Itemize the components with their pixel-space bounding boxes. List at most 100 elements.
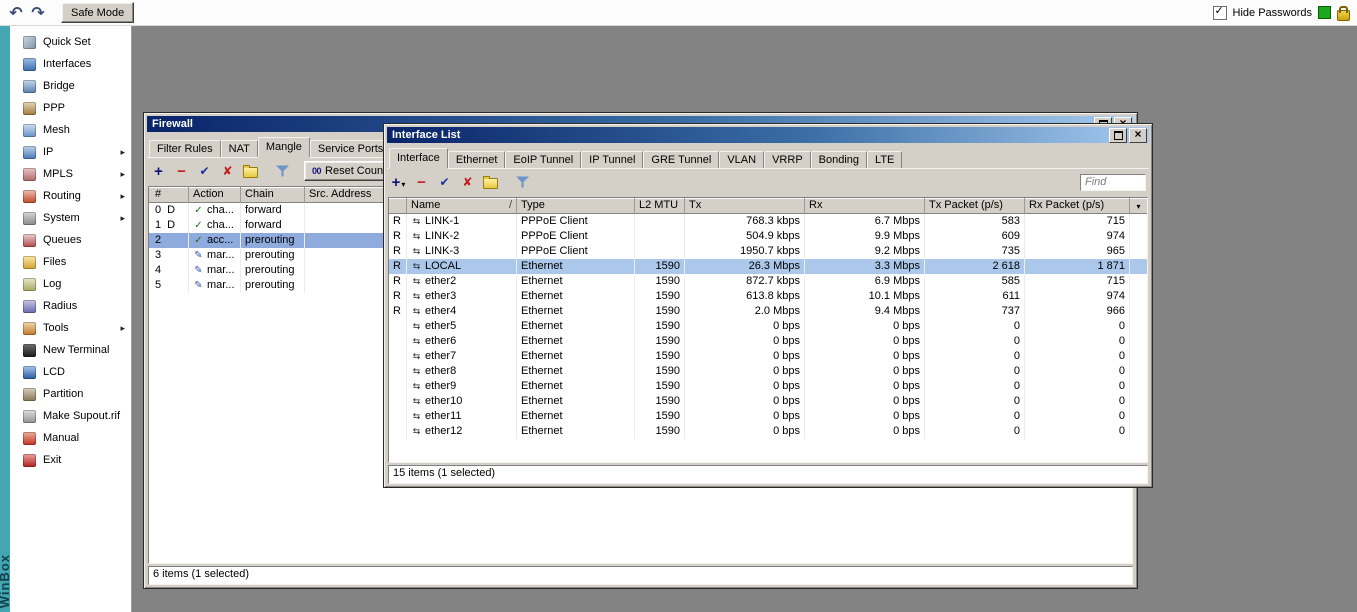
cell-rx: 0 bps bbox=[805, 319, 925, 334]
cell-tx: 2.0 Mbps bbox=[685, 304, 805, 319]
sidebar-item[interactable]: Queues ▸ bbox=[10, 229, 131, 251]
sidebar-item[interactable]: System ▸ bbox=[10, 207, 131, 229]
sidebar-item[interactable]: Log ▸ bbox=[10, 273, 131, 295]
add-button[interactable]: + bbox=[148, 161, 169, 181]
column-header-flag[interactable] bbox=[389, 198, 407, 214]
disable-button[interactable]: ✘ bbox=[217, 161, 238, 181]
sidebar-item[interactable]: Interfaces ▸ bbox=[10, 53, 131, 75]
interface-row[interactable]: ether9 Ethernet 1590 0 bps 0 bps 0 0 bbox=[389, 379, 1147, 394]
cell-type: Ethernet bbox=[517, 349, 635, 364]
enable-button[interactable]: ✔ bbox=[194, 161, 215, 181]
column-header-rx-packet[interactable]: Rx Packet (p/s) bbox=[1025, 198, 1130, 214]
interface-row[interactable]: ether10 Ethernet 1590 0 bps 0 bps 0 0 bbox=[389, 394, 1147, 409]
safe-mode-button[interactable]: Safe Mode bbox=[61, 2, 134, 23]
sidebar-item[interactable]: Manual ▸ bbox=[10, 427, 131, 449]
column-header-name[interactable]: Name / bbox=[407, 198, 517, 214]
redo-button[interactable]: ↷ bbox=[27, 3, 49, 23]
cell-rx: 0 bps bbox=[805, 424, 925, 439]
tab[interactable]: IP Tunnel bbox=[581, 151, 643, 168]
column-header-chain[interactable]: Chain bbox=[241, 187, 305, 203]
add-button[interactable]: + ▾ bbox=[388, 172, 409, 192]
undo-button[interactable]: ↶ bbox=[5, 3, 27, 23]
comment-button[interactable] bbox=[240, 161, 261, 181]
filter-button[interactable] bbox=[512, 172, 533, 192]
cell-flag bbox=[389, 319, 407, 334]
sidebar-item[interactable]: Quick Set ▸ bbox=[10, 31, 131, 53]
interface-row[interactable]: R LINK-3 PPPoE Client 1950.7 kbps 9.2 Mb… bbox=[389, 244, 1147, 259]
sidebar-item[interactable]: Partition ▸ bbox=[10, 383, 131, 405]
interface-row[interactable]: R LOCAL Ethernet 1590 26.3 Mbps 3.3 Mbps… bbox=[389, 259, 1147, 274]
cell-name: ether11 bbox=[407, 409, 517, 424]
column-header-tx[interactable]: Tx bbox=[685, 198, 805, 214]
disable-button[interactable]: ✘ bbox=[457, 172, 478, 192]
tab[interactable]: NAT bbox=[221, 140, 258, 157]
enable-button[interactable]: ✔ bbox=[434, 172, 455, 192]
sidebar-item[interactable]: MPLS ▸ bbox=[10, 163, 131, 185]
sidebar-item[interactable]: Files ▸ bbox=[10, 251, 131, 273]
interface-row[interactable]: R ether2 Ethernet 1590 872.7 kbps 6.9 Mb… bbox=[389, 274, 1147, 289]
interface-listview: Name / Type L2 MTU Tx Rx Tx Packet (p/s)… bbox=[388, 197, 1148, 463]
comment-button[interactable] bbox=[480, 172, 501, 192]
column-header-type[interactable]: Type bbox=[517, 198, 635, 214]
sidebar-item-label: LCD bbox=[43, 366, 65, 378]
interface-row[interactable]: ether5 Ethernet 1590 0 bps 0 bps 0 0 bbox=[389, 319, 1147, 334]
cell-flag bbox=[389, 349, 407, 364]
column-select-button[interactable]: ▾ bbox=[1130, 198, 1147, 214]
sidebar-item[interactable]: LCD ▸ bbox=[10, 361, 131, 383]
interface-row[interactable]: ether12 Ethernet 1590 0 bps 0 bps 0 0 bbox=[389, 424, 1147, 439]
column-header-action[interactable]: Action bbox=[189, 187, 241, 203]
tab[interactable]: Mangle bbox=[258, 137, 310, 157]
action-mark-icon bbox=[193, 263, 204, 278]
sidebar-item[interactable]: PPP ▸ bbox=[10, 97, 131, 119]
tab[interactable]: GRE Tunnel bbox=[643, 151, 719, 168]
tab[interactable]: VLAN bbox=[719, 151, 764, 168]
tab[interactable]: Bonding bbox=[811, 151, 867, 168]
cell-flag: R bbox=[389, 214, 407, 229]
interface-row[interactable]: R ether3 Ethernet 1590 613.8 kbps 10.1 M… bbox=[389, 289, 1147, 304]
cell-rx: 0 bps bbox=[805, 334, 925, 349]
interface-row[interactable]: ether7 Ethernet 1590 0 bps 0 bps 0 0 bbox=[389, 349, 1147, 364]
sidebar-item[interactable]: IP ▸ bbox=[10, 141, 131, 163]
interface-row[interactable]: R ether4 Ethernet 1590 2.0 Mbps 9.4 Mbps… bbox=[389, 304, 1147, 319]
tab[interactable]: EoIP Tunnel bbox=[505, 151, 581, 168]
sidebar-item-label: Queues bbox=[43, 234, 82, 246]
maximize-button[interactable] bbox=[1109, 128, 1127, 143]
interface-row[interactable]: ether8 Ethernet 1590 0 bps 0 bps 0 0 bbox=[389, 364, 1147, 379]
sidebar-item[interactable]: New Terminal ▸ bbox=[10, 339, 131, 361]
column-header-l2mtu[interactable]: L2 MTU bbox=[635, 198, 685, 214]
interface-row[interactable]: R LINK-2 PPPoE Client 504.9 kbps 9.9 Mbp… bbox=[389, 229, 1147, 244]
tab[interactable]: LTE bbox=[867, 151, 902, 168]
tab[interactable]: Service Ports bbox=[310, 140, 391, 157]
interface-row[interactable]: R LINK-1 PPPoE Client 768.3 kbps 6.7 Mbp… bbox=[389, 214, 1147, 229]
hide-passwords-checkbox[interactable] bbox=[1213, 6, 1227, 20]
cell-name: ether10 bbox=[407, 394, 517, 409]
column-header-tx-packet[interactable]: Tx Packet (p/s) bbox=[925, 198, 1025, 214]
sidebar-item[interactable]: Bridge ▸ bbox=[10, 75, 131, 97]
column-header-rx[interactable]: Rx bbox=[805, 198, 925, 214]
tab[interactable]: VRRP bbox=[764, 151, 811, 168]
sidebar-item[interactable]: Mesh ▸ bbox=[10, 119, 131, 141]
sidebar-item[interactable]: Tools ▸ bbox=[10, 317, 131, 339]
cell-l2mtu: 1590 bbox=[635, 274, 685, 289]
undo-icon: ↶ bbox=[9, 3, 22, 23]
find-input[interactable] bbox=[1080, 174, 1146, 191]
cell-name: ether9 bbox=[407, 379, 517, 394]
remove-button[interactable]: − bbox=[411, 172, 432, 192]
sidebar-item[interactable]: Radius ▸ bbox=[10, 295, 131, 317]
close-button[interactable]: × bbox=[1129, 128, 1147, 143]
tab[interactable]: Filter Rules bbox=[149, 140, 221, 157]
sidebar-item[interactable]: Make Supout.rif ▸ bbox=[10, 405, 131, 427]
sidebar-item[interactable]: Routing ▸ bbox=[10, 185, 131, 207]
routing-icon bbox=[23, 190, 36, 203]
interface-row[interactable]: ether6 Ethernet 1590 0 bps 0 bps 0 0 bbox=[389, 334, 1147, 349]
tab[interactable]: Ethernet bbox=[448, 151, 506, 168]
sidebar-item[interactable]: Exit ▸ bbox=[10, 449, 131, 471]
window-titlebar[interactable]: Interface List × bbox=[387, 127, 1149, 143]
cell-tx-packet: 0 bbox=[925, 349, 1025, 364]
tab[interactable]: Interface bbox=[389, 148, 448, 168]
cell-action: mar... bbox=[189, 263, 241, 278]
interface-row[interactable]: ether11 Ethernet 1590 0 bps 0 bps 0 0 bbox=[389, 409, 1147, 424]
filter-button[interactable] bbox=[272, 161, 293, 181]
column-header-number[interactable]: # bbox=[149, 187, 189, 203]
remove-button[interactable]: − bbox=[171, 161, 192, 181]
